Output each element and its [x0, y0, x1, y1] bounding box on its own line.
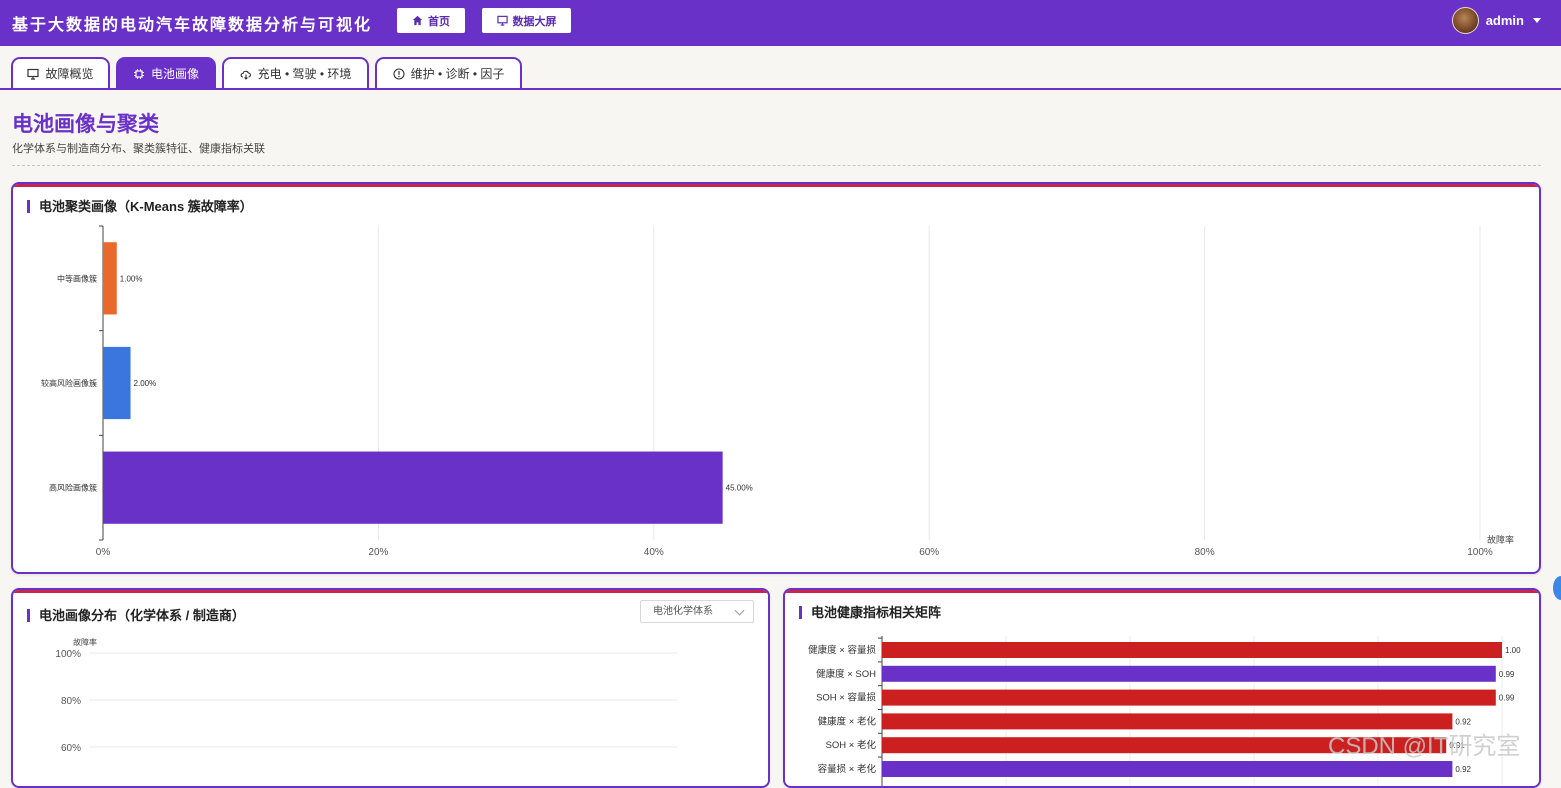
bar: [103, 346, 131, 420]
user-menu[interactable]: admin: [1451, 7, 1541, 34]
x-tick-label: 20%: [368, 547, 388, 558]
monitor-icon: [496, 15, 508, 26]
distribution-chart-card: 电池画像分布（化学体系 / 制造商） 电池化学体系 故障率 100% 80% 60%: [11, 588, 770, 788]
x-tick-label: 0%: [96, 547, 111, 558]
tab-battery-profile[interactable]: 电池画像: [116, 57, 216, 88]
category-label: SOH × 容量损: [816, 692, 876, 704]
data-label: 2.00%: [134, 379, 157, 388]
home-button[interactable]: 首页: [397, 8, 465, 33]
category-label: 较高风险画像簇: [41, 378, 97, 388]
top-navbar: 基于大数据的电动汽车故障数据分析与可视化 首页 数据大屏 admin: [0, 0, 1561, 46]
page-subtitle: 化学体系与制造商分布、聚类簇特征、健康指标关联: [12, 143, 265, 155]
category-label: SOH × 老化: [826, 739, 877, 751]
home-button-label: 首页: [428, 15, 450, 28]
y-axis-label: 故障率: [73, 637, 97, 647]
avatar: [1451, 7, 1479, 34]
category-label: 健康度 × 老化: [818, 715, 877, 727]
username: admin: [1485, 13, 1524, 28]
tab-charging-driving-env[interactable]: 充电 • 驾驶 • 环境: [222, 57, 369, 88]
data-label: 0.99: [1499, 694, 1515, 703]
page-title: 电池画像与聚类: [12, 113, 159, 136]
bar: [882, 642, 1502, 658]
data-label: 45.00%: [726, 484, 753, 493]
distribution-bar-chart: 故障率 100% 80% 60%: [55, 637, 677, 754]
x-tick-label: 60%: [919, 547, 939, 558]
cluster-chart-card: 电池聚类画像（K-Means 簇故障率） 0% 20% 40% 60% 80% 100% 故…: [11, 182, 1541, 574]
category-label: 高风险画像簇: [49, 483, 97, 493]
cluster-bar-chart: 0% 20% 40% 60% 80% 100% 故障率 中等画像簇 1.00% 较高风险画像簇 2.…: [41, 225, 1514, 558]
x-tick-label: 80%: [1195, 547, 1215, 558]
category-label: 健康度 × 容量损: [808, 644, 876, 656]
y-tick-label: 60%: [61, 743, 81, 754]
category-label: 容量损 × 老化: [818, 763, 877, 775]
data-label: 1.00: [1505, 646, 1521, 655]
dashboard-button-label: 数据大屏: [512, 15, 557, 28]
home-icon: [412, 15, 423, 26]
floating-action-button[interactable]: [1553, 576, 1561, 600]
x-tick-label: 40%: [644, 547, 664, 558]
tab-label: 充电 • 驾驶 • 环境: [257, 67, 352, 81]
tab-bar: 故障概览 电池画像 充电 • 驾驶 • 环境 维护 • 诊断 • 因子: [0, 46, 1561, 90]
bar: [103, 242, 117, 315]
chevron-down-icon: [1533, 18, 1541, 23]
bar: [882, 665, 1496, 682]
y-tick-label: 80%: [61, 696, 81, 707]
watermark: CSDN @IT研究室: [1328, 733, 1521, 760]
y-tick-label: 100%: [55, 649, 81, 660]
data-label: 0.99: [1499, 670, 1515, 679]
tab-label: 电池画像: [150, 67, 199, 81]
tab-label: 故障概览: [45, 67, 94, 81]
bar: [882, 761, 1453, 777]
tab-fault-overview[interactable]: 故障概览: [11, 57, 110, 88]
alert-circle-icon: [393, 67, 405, 80]
divider: [12, 165, 1541, 166]
cloud-icon: [240, 70, 251, 80]
dashboard-button[interactable]: 数据大屏: [482, 8, 571, 33]
bar: [103, 451, 723, 524]
x-tick-label: 100%: [1467, 547, 1493, 558]
category-label: 健康度 × SOH: [816, 668, 876, 680]
bar: [882, 689, 1496, 706]
category-label: 中等画像簇: [57, 273, 97, 283]
chip-icon: [133, 68, 144, 79]
data-label: 1.00%: [120, 274, 143, 283]
data-label: 0.92: [1455, 765, 1471, 774]
tab-label: 维护 • 诊断 • 因子: [410, 67, 505, 81]
monitor-icon: [27, 68, 40, 80]
app-title: 基于大数据的电动汽车故障数据分析与可视化: [12, 15, 373, 34]
tab-maintenance-diagnosis[interactable]: 维护 • 诊断 • 因子: [375, 57, 522, 88]
x-axis-label: 故障率: [1487, 534, 1514, 545]
